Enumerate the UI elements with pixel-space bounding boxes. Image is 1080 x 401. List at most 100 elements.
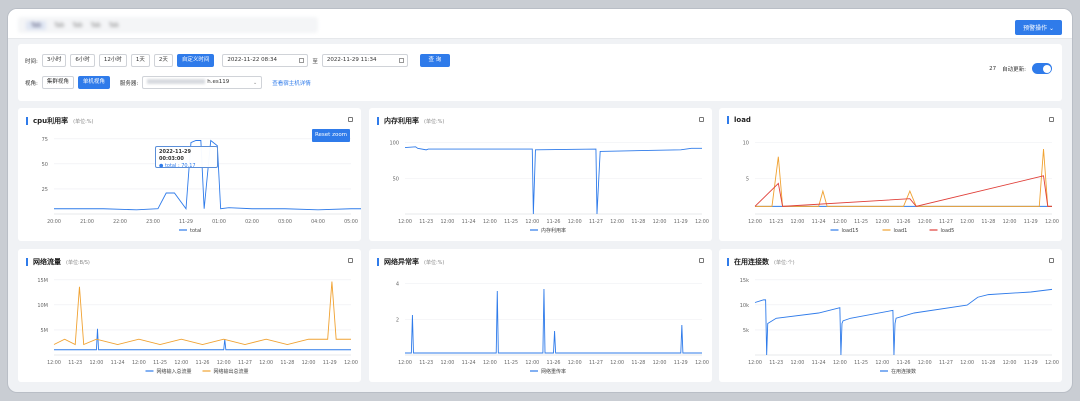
x-tick-label: 11-23: [68, 360, 82, 366]
series-line: [404, 146, 702, 215]
x-tick-label: 11-24: [462, 219, 476, 225]
x-tick-label: 12:00: [568, 219, 582, 225]
time-3h-button[interactable]: 3小时: [41, 54, 67, 67]
y-tick-label: 4: [396, 282, 399, 288]
x-tick-label: 12:00: [1003, 219, 1017, 225]
legend-label: 在用连接数: [891, 368, 916, 375]
y-tick-label: 10M: [37, 303, 48, 309]
series-line: [754, 288, 1053, 356]
cluster-view-button[interactable]: 集群视角: [41, 76, 74, 89]
y-tick-label: 100: [389, 141, 399, 147]
x-tick-label: 02:00: [245, 219, 259, 225]
blurred-tab-bar: Tab Tab Tab Tab Tab: [18, 17, 318, 33]
x-tick-label: 21:00: [80, 219, 94, 225]
time-12h-button[interactable]: 12小时: [98, 54, 127, 67]
x-tick-label: 12:00: [610, 219, 624, 225]
legend-label: load5: [941, 228, 955, 234]
x-tick-label: 12:00: [960, 360, 974, 366]
end-datetime-input[interactable]: 2022-11-29 11:34: [321, 54, 408, 67]
network-traffic-panel: 网络流量 (单位:B/S) 15M 10M 5M 12:00 11-23 12:00 11-2…: [18, 249, 361, 382]
y-tick-label: 5M: [41, 328, 49, 334]
x-tick-label: 12:00: [918, 219, 932, 225]
tab-item[interactable]: Tab: [54, 22, 64, 29]
tab-item[interactable]: Tab: [109, 22, 119, 29]
x-tick-label: 12:00: [483, 219, 497, 225]
x-tick-label: 11-28: [631, 219, 645, 225]
tab-item[interactable]: Tab: [72, 22, 82, 29]
x-tick-label: 11-29: [1024, 219, 1038, 225]
single-machine-view-button[interactable]: 单机视角: [77, 76, 110, 89]
auto-update-toggle[interactable]: [1032, 63, 1052, 74]
reset-zoom-button[interactable]: Reset zoom: [312, 129, 350, 142]
alarm-operation-button[interactable]: 预警操作 ⌄: [1015, 20, 1062, 35]
x-tick-label: 11-29: [674, 219, 688, 225]
x-tick-label: 11-24: [111, 360, 125, 366]
connections-chart[interactable]: 15k 10k 5k 12:00 11-23 12:00 11-24 12:00 11-25 12…: [719, 249, 1062, 382]
x-tick-label: 11-26: [196, 360, 210, 366]
legend-label: load1: [894, 228, 908, 234]
x-tick-label: 12:00: [748, 219, 762, 225]
tooltip-date: 2022-11-29 00:03:00: [159, 149, 191, 162]
network-error-chart[interactable]: 4 2 12:00 11-23 12:00 11-24 12:00 11-25 12:00 11-…: [369, 249, 712, 382]
x-tick-label: 12:00: [960, 219, 974, 225]
time-6h-button[interactable]: 6小时: [70, 54, 95, 67]
to-label: 至: [312, 58, 318, 65]
x-tick-label: 12:00: [259, 360, 273, 366]
x-tick-label: 11-23: [769, 219, 783, 225]
x-tick-label: 12:00: [174, 360, 188, 366]
x-tick-label: 11-28: [981, 360, 995, 366]
cpu-panel: cpu利用率 (单位:%) 75 50 25 20:00 21:00 22:00 23:00 1…: [18, 108, 361, 241]
x-tick-label: 12:00: [1045, 360, 1059, 366]
x-tick-label: 12:00: [875, 360, 889, 366]
legend-label: load15: [842, 228, 859, 234]
top-bar: Tab Tab Tab Tab Tab 预警操作 ⌄: [8, 9, 1072, 39]
y-tick-label: 5: [746, 176, 749, 182]
time-1d-button[interactable]: 1天: [130, 54, 150, 67]
server-select[interactable]: h.es119 ⌄: [142, 76, 263, 89]
end-datetime-value: 2022-11-29 11:34: [326, 57, 377, 63]
tab-item[interactable]: Tab: [26, 20, 47, 30]
memory-chart[interactable]: 100 50 12:00 11-23 12:00 11-24 12:00 11-25 12:00…: [369, 108, 712, 241]
x-tick-label: 11-25: [504, 219, 518, 225]
x-tick-label: 01:00: [212, 219, 226, 225]
x-tick-label: 11-27: [589, 219, 603, 225]
start-datetime-input[interactable]: 2022-11-22 08:34: [222, 54, 309, 67]
cpu-chart[interactable]: 75 50 25 20:00 21:00 22:00 23:00 11-29 01:00 02:0…: [18, 108, 361, 241]
x-tick-label: 12:00: [525, 219, 539, 225]
x-tick-label: 12:00: [875, 219, 889, 225]
x-tick-label: 12:00: [833, 219, 847, 225]
x-tick-label: 11-25: [153, 360, 167, 366]
x-tick-label: 11-28: [280, 360, 294, 366]
host-detail-link[interactable]: 查看宿主机详情: [272, 79, 311, 87]
x-tick-label: 20:00: [47, 219, 61, 225]
x-tick-label: 12:00: [791, 360, 805, 366]
time-2d-button[interactable]: 2天: [153, 54, 173, 67]
x-tick-label: 12:00: [483, 360, 497, 366]
x-tick-label: 12:00: [525, 360, 539, 366]
x-tick-label: 11-27: [939, 219, 953, 225]
legend-label: 网络重传率: [541, 368, 566, 375]
x-tick-label: 12:00: [568, 360, 582, 366]
network-traffic-chart[interactable]: 15M 10M 5M 12:00 11-23 12:00 11-24 12:00 11-25 12…: [18, 249, 361, 382]
x-tick-label: 12:00: [653, 360, 667, 366]
chevron-down-icon: ⌄: [253, 80, 258, 86]
x-tick-label: 11-29: [1024, 360, 1038, 366]
x-tick-label: 12:00: [610, 360, 624, 366]
x-tick-label: 11-23: [769, 360, 783, 366]
x-tick-label: 12:00: [748, 360, 762, 366]
x-tick-label: 12:00: [132, 360, 146, 366]
view-filter-row: 视角: 集群视角 单机视角 服务器: h.es119 ⌄ 查看宿主机详情: [25, 76, 311, 89]
search-button[interactable]: 查 询: [419, 54, 450, 67]
y-tick-label: 50: [42, 162, 48, 168]
load-chart[interactable]: 10 5 12:00 11-23 12:00 11-24 12:00 11-25 12:00 11…: [719, 108, 1062, 241]
connections-panel: 在用连接数 (单位:个) 15k 10k 5k 12:00 11-23 12:00 11-24…: [719, 249, 1062, 382]
x-tick-label: 11-26: [897, 219, 911, 225]
calendar-icon: [299, 58, 305, 63]
x-tick-label: 11-29: [323, 360, 337, 366]
x-tick-label: 12:00: [833, 360, 847, 366]
x-tick-label: 12:00: [398, 219, 412, 225]
time-custom-button[interactable]: 自定义时间: [176, 54, 215, 67]
x-tick-label: 11-25: [504, 360, 518, 366]
tab-item[interactable]: Tab: [91, 22, 101, 29]
view-label: 视角:: [25, 80, 38, 87]
